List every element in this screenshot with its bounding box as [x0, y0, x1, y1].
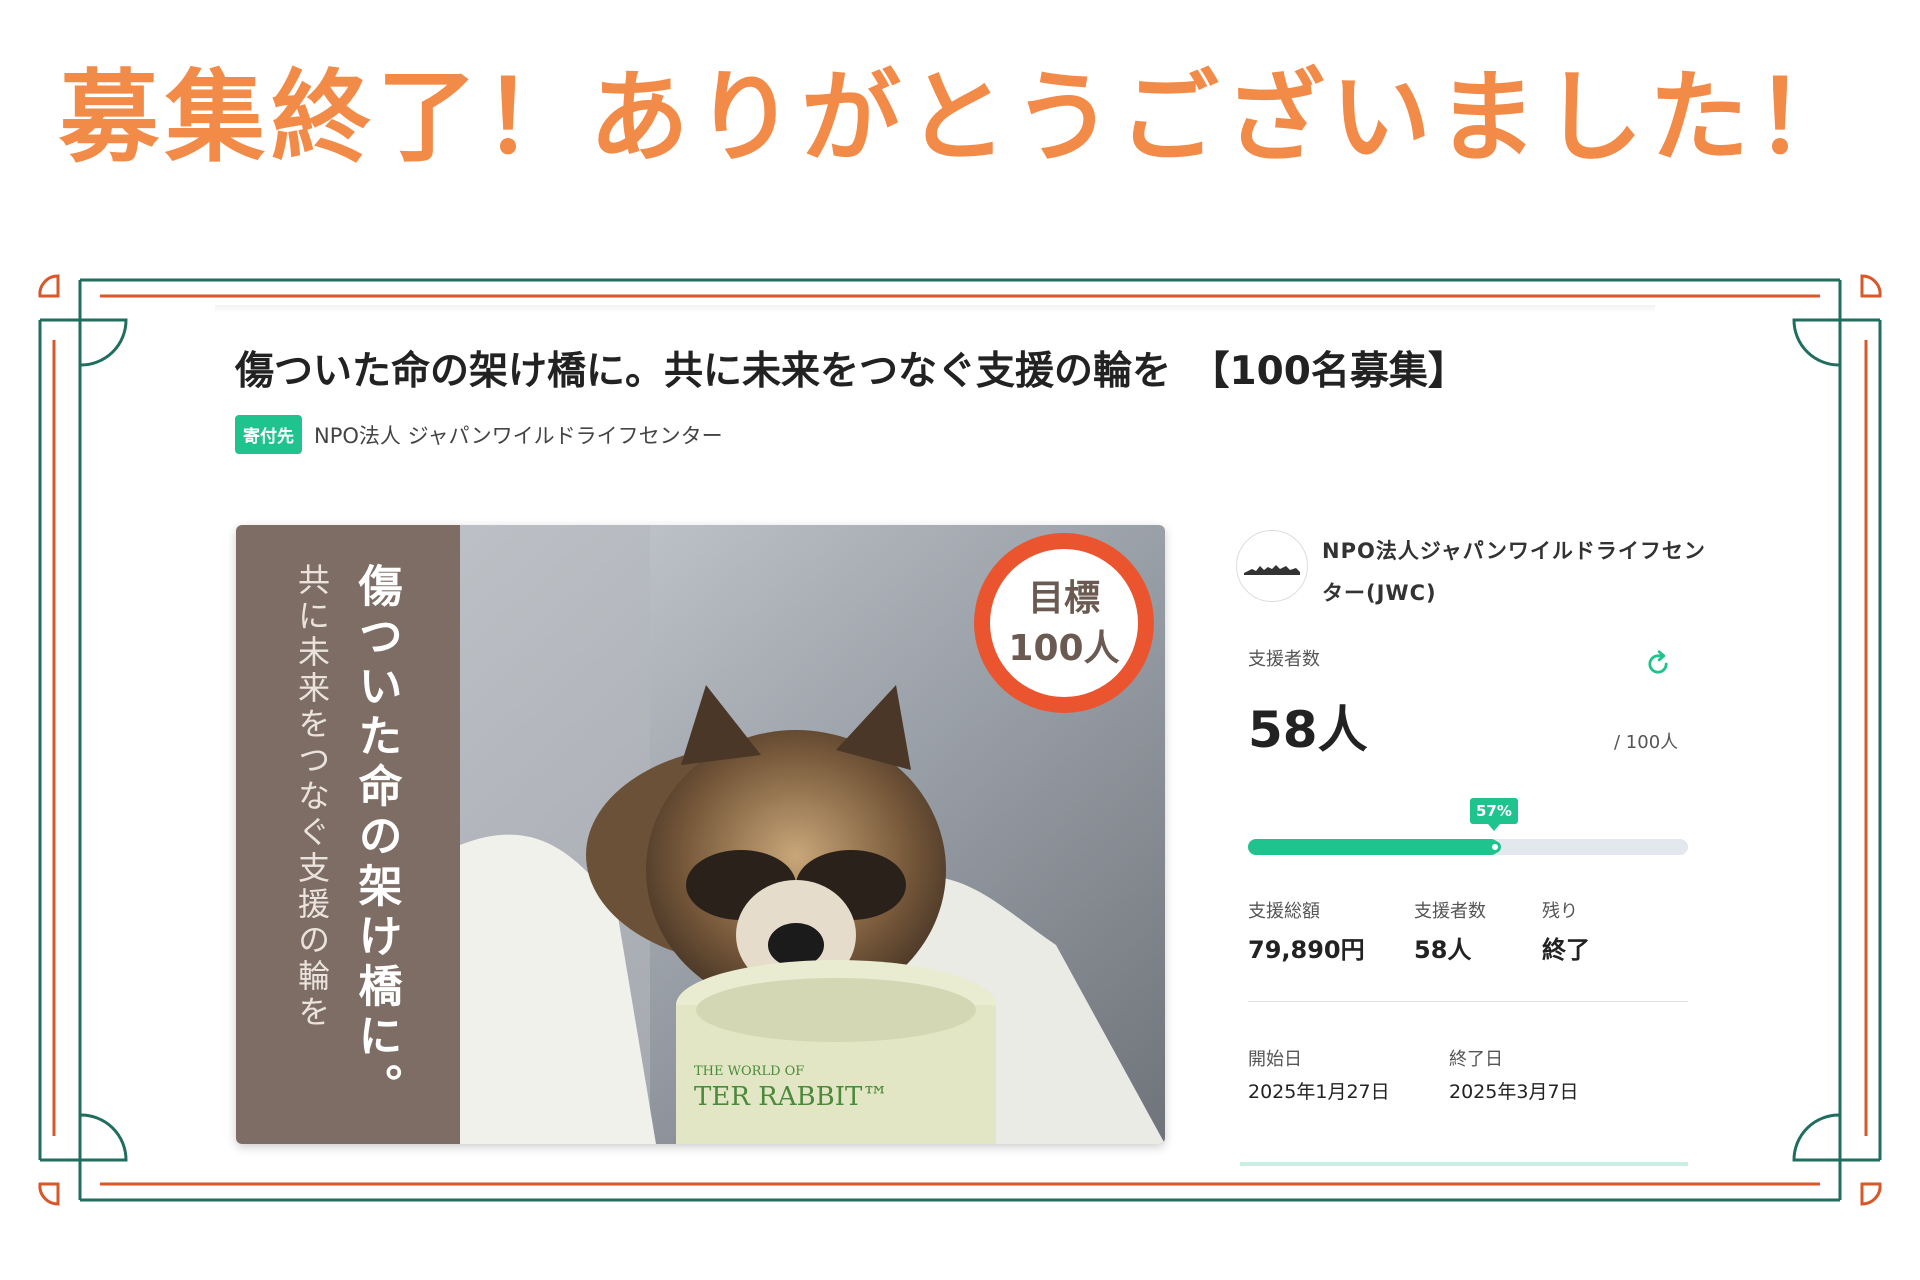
action-bar-edge — [1240, 1162, 1688, 1166]
supporters-goal: / 100人 — [1614, 732, 1679, 753]
hero-vertical-subtitle: 共に未来をつなぐ支援の輪を — [293, 563, 331, 1031]
remaining-label: 残り — [1542, 901, 1578, 922]
bowl-text-large: TER RABBIT™ — [694, 1082, 888, 1112]
refresh-icon[interactable] — [1644, 650, 1672, 678]
card-top-shadow — [215, 305, 1655, 313]
bowl-text-small: THE WORLD OF — [694, 1064, 804, 1079]
progress-bar — [1248, 839, 1688, 855]
total-amount-label: 支援総額 — [1248, 901, 1320, 922]
beneficiary-row: 寄付先 NPO法人 ジャパンワイルドライフセンター — [235, 415, 723, 454]
goal-value: 100人 — [1008, 628, 1119, 669]
campaign-hero-image: THE WORLD OF TER RABBIT™ 傷ついた命の架け橋に。 共に未… — [236, 525, 1165, 1144]
progress-percent-tag: 57% — [1470, 798, 1518, 831]
supporters-label: 支援者数 — [1248, 649, 1320, 670]
organization-name[interactable]: NPO法人ジャパンワイルドライフセンター(JWC) — [1322, 530, 1712, 614]
end-date-label: 終了日 — [1449, 1049, 1503, 1070]
beneficiary-badge: 寄付先 — [235, 415, 302, 454]
hero-vertical-title: 傷ついた命の架け橋に。 — [351, 563, 404, 1113]
beneficiary-name[interactable]: NPO法人 ジャパンワイルドライフセンター — [314, 420, 723, 450]
start-date-value: 2025年1月27日 — [1248, 1081, 1390, 1103]
supporter-count-label: 支援者数 — [1414, 901, 1486, 922]
remaining-value: 終了 — [1542, 936, 1590, 964]
supporter-count-value: 58人 — [1414, 936, 1472, 964]
progress-bar-fill — [1248, 839, 1501, 855]
total-amount-value: 79,890円 — [1248, 936, 1365, 964]
start-date-label: 開始日 — [1248, 1049, 1302, 1070]
goal-label: 目標 — [1028, 578, 1100, 619]
campaign-title: 傷ついた命の架け橋に。共に未来をつなぐ支援の輪を 【100名募集】 — [235, 349, 1467, 394]
organization-card[interactable]: NPO法人ジャパンワイルドライフセンター(JWC) — [1236, 530, 1712, 614]
wildlife-silhouette-logo-icon — [1236, 530, 1308, 602]
supporters-count: 58人 — [1248, 701, 1368, 759]
progress-knob — [1488, 841, 1501, 853]
stats-divider — [1248, 1001, 1688, 1002]
end-date-value: 2025年3月7日 — [1449, 1081, 1579, 1103]
